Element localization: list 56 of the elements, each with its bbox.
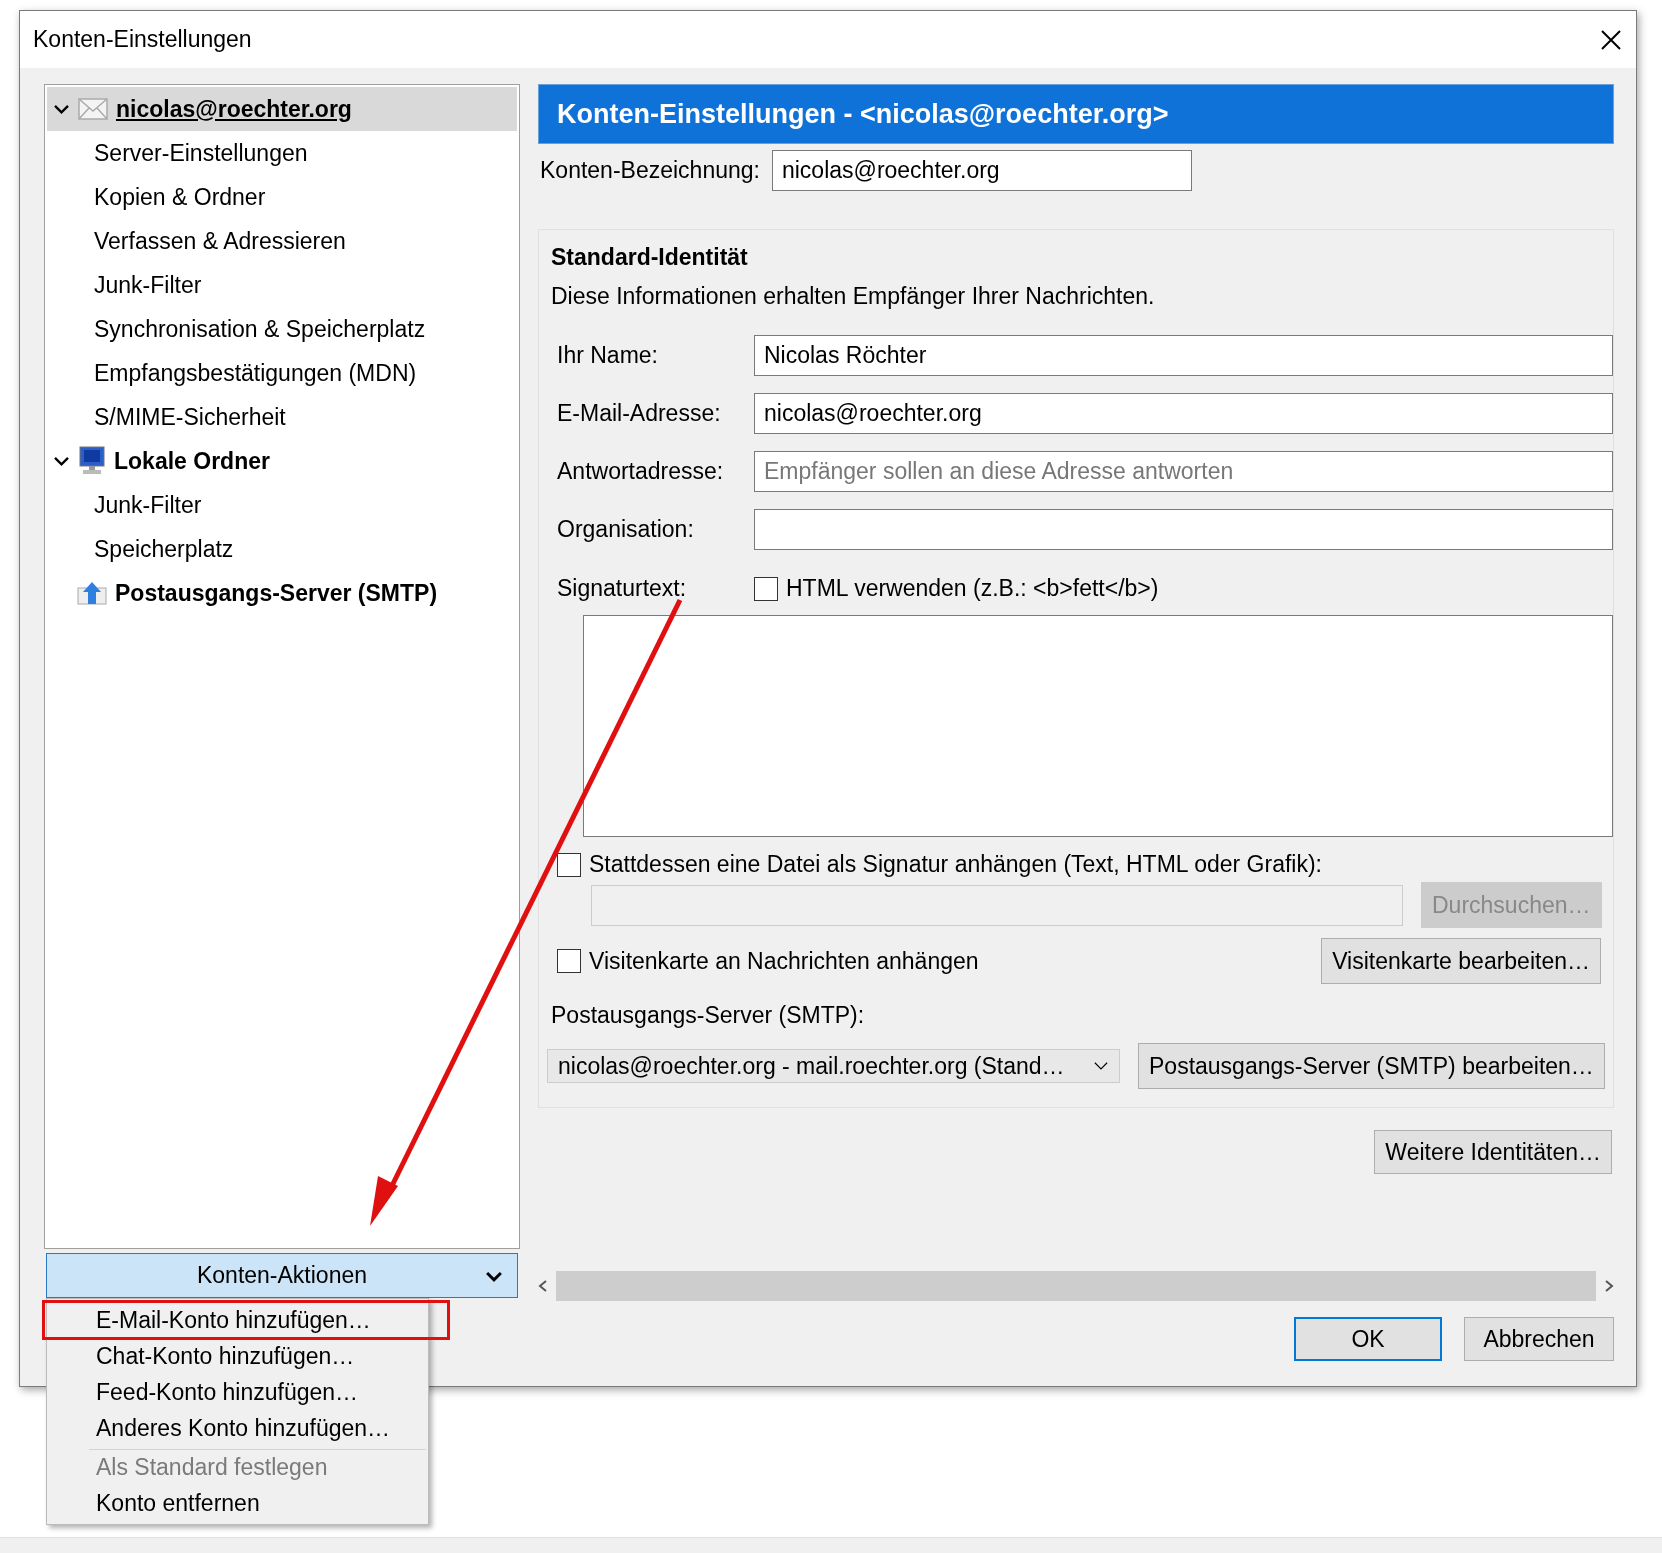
envelope-icon [78,98,108,120]
field-label: Postausgangs-Server (SMTP): [551,1002,866,1029]
scroll-left-icon[interactable] [538,1279,548,1293]
group-title: Standard-Identität [551,244,749,271]
tree-item[interactable]: Lokale Ordner [47,439,517,483]
scroll-right-icon[interactable] [1604,1279,1614,1293]
text-field[interactable]: Nicolas Röchter [754,335,1613,376]
page-header: Konten-Einstellungen - <nicolas@roechter.org> [538,84,1614,144]
checkbox[interactable] [754,576,778,601]
tree-item[interactable]: Synchronisation & Speicherplatz [47,307,517,351]
chevron-down-icon [53,103,70,115]
tree-item[interactable]: Speicherplatz [47,527,517,571]
account-name-field[interactable]: nicolas@roechter.org [771,150,1192,191]
upload-icon [77,581,107,605]
horizontal-scrollbar[interactable] [538,1269,1614,1303]
field-label: Signaturtext: [557,575,688,602]
dialog-button[interactable]: Abbrechen [1464,1317,1614,1361]
menu-item[interactable]: Chat-Konto hinzufügen… [49,1338,426,1374]
group-description: Diese Informationen erhalten Empfänger Ihrer Nachrichten. [551,283,1156,310]
tree-item[interactable]: Empfangsbestätigungen (MDN) [47,351,517,395]
window-title: Konten-Einstellungen [33,26,252,53]
edit-card-button[interactable]: Visitenkarte bearbeiten… [1321,938,1601,984]
chevron-down-icon [485,1271,503,1282]
dialog-button[interactable]: OK [1294,1317,1442,1361]
more-identities-button[interactable]: Weitere Identitäten… [1374,1130,1612,1174]
chevron-down-icon [53,455,70,467]
tree-item[interactable]: Server-Einstellungen [47,131,517,175]
menu-item[interactable]: Konto entfernen [49,1485,426,1521]
tree-item[interactable]: Junk-Filter [47,483,517,527]
checkbox-label: Visitenkarte an Nachrichten anhängen [589,947,979,975]
field-label: Konten-Bezeichnung: [540,157,760,184]
field-label: E-Mail-Adresse: [557,400,722,427]
menu-item[interactable]: E-Mail-Konto hinzufügen… [44,1302,448,1338]
tree-item[interactable]: S/MIME-Sicherheit [47,395,517,439]
tree-item[interactable]: Postausgangs-Server (SMTP) [47,571,517,615]
field-label: Ihr Name: [557,342,659,369]
tree-item[interactable]: Kopien & Ordner [47,175,517,219]
checkbox[interactable] [557,852,581,877]
computer-icon [78,446,106,476]
edit-smtp-button[interactable]: Postausgangs-Server (SMTP) bearbeiten… [1138,1043,1605,1089]
text-field[interactable]: nicolas@roechter.org [754,393,1613,434]
tree-item[interactable]: Junk-Filter [47,263,517,307]
checkbox-label: Stattdessen eine Datei als Signatur anhängen (Text, HTML oder Grafik): [589,851,1322,878]
field-label: Organisation: [557,516,695,543]
tree-item[interactable]: Verfassen & Adressieren [47,219,517,263]
checkbox-label: HTML verwenden (z.B.: <b>fett</b>) [786,575,1159,602]
text-field[interactable]: Empfänger sollen an diese Adresse antworten [754,451,1613,492]
menu-item[interactable]: Feed-Konto hinzufügen… [49,1374,426,1410]
tree-item[interactable]: nicolas@roechter.org [47,87,517,131]
close-icon[interactable] [1600,28,1622,51]
text-field[interactable] [754,509,1613,550]
menu-item[interactable]: Anderes Konto hinzufügen… [49,1410,426,1446]
smtp-select[interactable]: nicolas@roechter.org - mail.roechter.org (Stand… [547,1049,1120,1083]
field-label: Antwortadresse: [557,458,725,485]
account-actions-button[interactable]: Konten-Aktionen [46,1253,518,1298]
checkbox[interactable] [557,949,581,973]
